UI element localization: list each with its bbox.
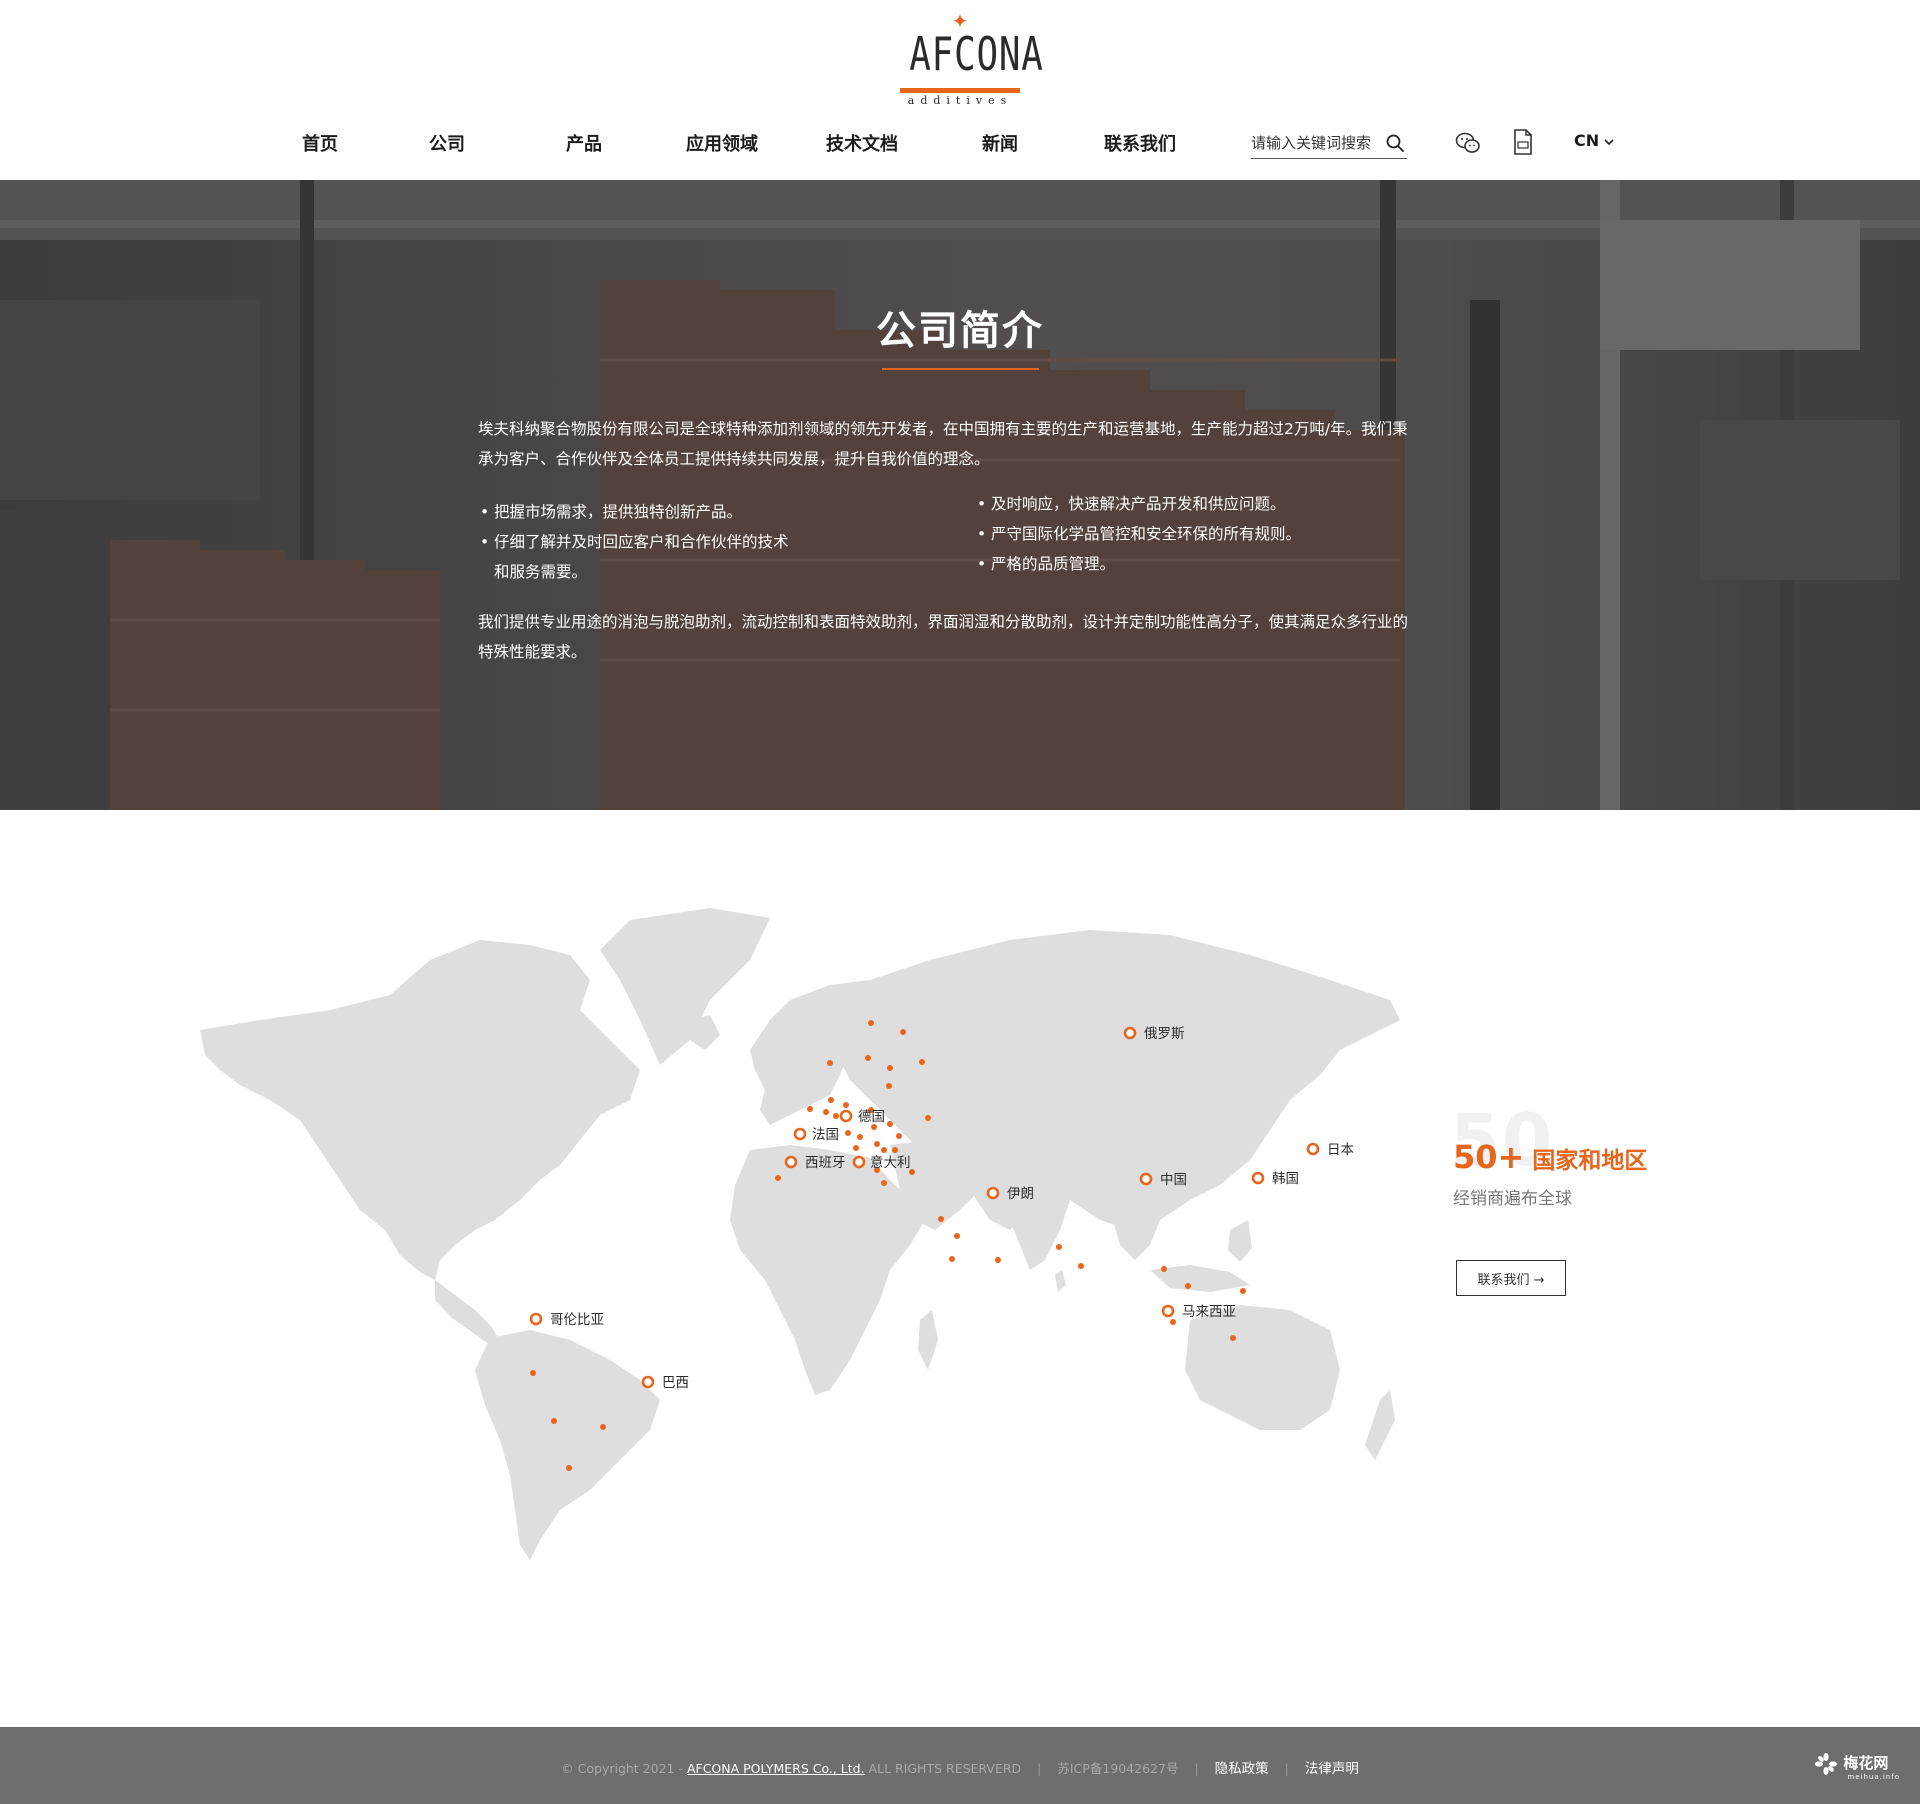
map-marker-brazil[interactable]: 巴西: [641, 1375, 689, 1391]
stat-headline: 50+ 国家和地区: [1453, 1138, 1647, 1176]
map-label-korea: 韩国: [1272, 1171, 1299, 1187]
stat-subtitle: 经销商遍布全球: [1453, 1189, 1572, 1209]
map-label-brazil: 巴西: [662, 1375, 689, 1391]
map-label-spain: 西班牙: [805, 1155, 846, 1171]
global-distribution-section: 俄罗斯 德国 法国 西班牙 意大利 伊朗 中国 韩国 日本 马来西亚 哥伦比亚 …: [0, 810, 1920, 1727]
logo-subtitle: additives: [907, 94, 1013, 107]
privacy-policy-link[interactable]: 隐私政策: [1215, 1761, 1269, 1777]
flower-icon: [1815, 1752, 1838, 1775]
map-label-iran: 伊朗: [1007, 1186, 1034, 1202]
footer-row: © Copyright 2021 - AFCONA POLYMERS Co., …: [0, 1757, 1920, 1777]
nav-item-news[interactable]: 新闻: [982, 130, 1018, 156]
watermark-name: 梅花网: [1843, 1754, 1889, 1772]
main-nav: 首页 公司 产品 应用领域 技术文档 新闻 联系我们: [0, 122, 1920, 162]
hero-outro-line-1: 我们提供专业用途的消泡与脱泡助剂，流动控制和表面特效助剂，界面润湿和分散助剂，设…: [478, 613, 1409, 631]
map-label-italy: 意大利: [870, 1154, 911, 1171]
world-map-landmass: [200, 908, 1400, 1560]
list-item: 严守国际化学品管控和安全环保的所有规则。: [975, 519, 1455, 549]
footer-divider: |: [1284, 1761, 1289, 1776]
map-label-malaysia: 马来西亚: [1182, 1304, 1236, 1320]
icp-number: 苏ICP备19042627号: [1057, 1761, 1179, 1776]
logo-underline: [900, 88, 1020, 93]
list-item: 把握市场需求，提供独特创新产品。: [478, 497, 938, 527]
map-label-china: 中国: [1160, 1172, 1187, 1188]
copyright-prefix: © Copyright 2021 -: [561, 1761, 687, 1776]
nav-item-home[interactable]: 首页: [302, 130, 338, 156]
nav-item-contact[interactable]: 联系我们: [1104, 130, 1176, 156]
bullet-text: 仔细了解并及时回应客户和合作伙伴的技术: [494, 533, 789, 551]
search-box: [1251, 127, 1407, 159]
hero-intro-line-2: 承为客户、合作伙伴及全体员工提供持续共同发展，提升自我价值的理念。: [478, 450, 990, 468]
search-icon[interactable]: [1385, 133, 1405, 153]
site-footer: © Copyright 2021 - AFCONA POLYMERS Co., …: [0, 1727, 1920, 1804]
chevron-down-icon: [1604, 138, 1614, 145]
language-selector[interactable]: CN: [1574, 131, 1615, 150]
copyright-rights: ALL RIGHTS RESERVERD: [864, 1761, 1022, 1776]
hero-title: 公司简介: [876, 308, 1044, 354]
footer-divider: |: [1037, 1761, 1042, 1776]
map-label-germany: 德国: [858, 1109, 885, 1125]
company-link[interactable]: AFCONA POLYMERS Co., Ltd.: [687, 1761, 865, 1776]
bullet-text-continued: 和服务需要。: [494, 563, 588, 581]
watermark-domain: meihua.info: [1847, 1772, 1900, 1781]
company-intro-hero: 公司简介 埃夫科纳聚合物股份有限公司是全球特种添加剂领域的领先开发者，在中国拥有…: [0, 180, 1920, 810]
logo-word: AFCONA: [909, 27, 1044, 81]
nav-item-applications[interactable]: 应用领域: [686, 130, 758, 156]
bullet-text: 把握市场需求，提供独特创新产品。: [494, 503, 743, 521]
language-label: CN: [1574, 131, 1600, 150]
list-item: 及时响应，快速解决产品开发和供应问题。: [975, 489, 1455, 519]
afcona-logo[interactable]: ✦ AFCONA additives: [895, 11, 1044, 107]
footer-divider: |: [1194, 1761, 1199, 1776]
list-item: 严格的品质管理。: [975, 549, 1455, 579]
stat-text: 国家和地区: [1532, 1148, 1648, 1174]
hero-title-underline: [882, 368, 1039, 370]
map-marker-malaysia[interactable]: 马来西亚: [1161, 1304, 1236, 1320]
hero-bullets-left: 把握市场需求，提供独特创新产品。 仔细了解并及时回应客户和合作伙伴的技术和服务需…: [478, 497, 938, 587]
nav-item-products[interactable]: 产品: [566, 130, 602, 156]
nav-item-tech-docs[interactable]: 技术文档: [826, 130, 898, 156]
search-input[interactable]: [1251, 131, 1381, 155]
contact-us-button[interactable]: 联系我们 →: [1456, 1260, 1566, 1296]
legal-notice-link[interactable]: 法律声明: [1305, 1761, 1359, 1777]
site-header: ✦ AFCONA additives 首页 公司 产品 应用领域 技术文档 新闻…: [0, 0, 1920, 180]
map-marker-korea[interactable]: 韩国: [1251, 1171, 1299, 1187]
map-marker-japan[interactable]: 日本: [1306, 1142, 1355, 1158]
hero-outro-line-2: 特殊性能要求。: [478, 643, 587, 661]
wechat-icon[interactable]: [1455, 131, 1481, 155]
map-marker-germany[interactable]: 德国: [839, 1109, 885, 1125]
document-icon[interactable]: [1513, 129, 1533, 155]
map-label-france: 法国: [812, 1127, 839, 1143]
map-label-russia: 俄罗斯: [1144, 1026, 1185, 1042]
map-marker-france[interactable]: 法国: [793, 1127, 839, 1143]
world-map: 俄罗斯 德国 法国 西班牙 意大利 伊朗 中国 韩国 日本 马来西亚 哥伦比亚 …: [200, 908, 1400, 1560]
list-item: 仔细了解并及时回应客户和合作伙伴的技术和服务需要。: [478, 527, 938, 587]
stat-number: 50+: [1453, 1138, 1525, 1176]
map-label-colombia: 哥伦比亚: [550, 1312, 604, 1328]
hero-intro-line-1: 埃夫科纳聚合物股份有限公司是全球特种添加剂领域的领先开发者，在中国拥有主要的生产…: [478, 420, 1408, 438]
map-marker-colombia[interactable]: 哥伦比亚: [529, 1312, 604, 1328]
hero-bullets-right: 及时响应，快速解决产品开发和供应问题。 严守国际化学品管控和安全环保的所有规则。…: [975, 489, 1455, 579]
watermark: 梅花网 meihua.info: [1815, 1752, 1900, 1781]
nav-item-company[interactable]: 公司: [429, 130, 465, 156]
hero-overlay: [0, 180, 1920, 810]
map-label-japan: 日本: [1327, 1142, 1355, 1158]
